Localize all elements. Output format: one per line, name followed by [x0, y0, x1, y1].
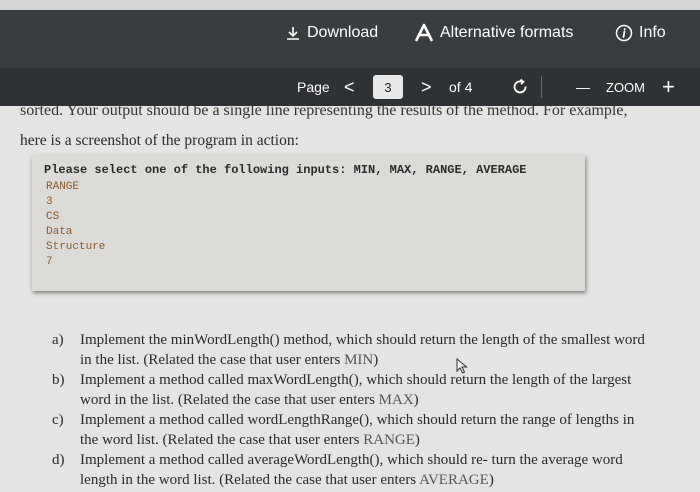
question-letter: b)	[52, 372, 65, 388]
question-item: c) Implement a method called wordLengthR…	[52, 410, 652, 450]
prev-page-button[interactable]: <	[344, 68, 355, 106]
page-label: Page	[297, 79, 330, 95]
intro-text: here is a screenshot of the program in a…	[20, 132, 299, 149]
question-text: Implement the minWordLength() method, wh…	[80, 330, 652, 370]
question-item: a) Implement the minWordLength() method,…	[52, 330, 652, 370]
question-code: RANGE	[363, 432, 415, 448]
question-code: MAX	[378, 392, 414, 408]
page-number-input[interactable]: 3	[373, 75, 403, 99]
rotate-icon	[513, 78, 527, 94]
zoom-out-button[interactable]: —	[576, 68, 590, 106]
zoom-in-button[interactable]: +	[662, 68, 675, 106]
question-letter: c)	[52, 412, 64, 428]
console-input-line: CS	[46, 211, 60, 223]
question-end: )	[414, 432, 420, 448]
next-page-button[interactable]: >	[421, 68, 432, 106]
question-code: AVERAGE	[419, 472, 489, 488]
question-letter: d)	[52, 452, 65, 468]
download-icon	[287, 27, 299, 40]
rotate-button[interactable]	[511, 68, 529, 106]
page-count: of 4	[449, 79, 473, 95]
partially-hidden-text: sorted. Your output should be a single l…	[20, 102, 628, 119]
document-page: sorted. Your output should be a single l…	[0, 102, 700, 492]
console-prompt: Please select one of the following input…	[44, 163, 527, 177]
console-input-line: RANGE	[46, 181, 80, 193]
question-item: b) Implement a method called maxWordLeng…	[52, 370, 652, 410]
top-toolbar: Download Alternative formats Info	[0, 0, 700, 68]
accessibility-a-icon	[414, 23, 434, 42]
download-label: Download	[307, 24, 379, 41]
question-letter: a)	[52, 332, 64, 348]
question-end: )	[373, 352, 379, 368]
console-input-line: 7	[46, 256, 53, 268]
question-text: Implement a method called wordLengthRang…	[80, 410, 652, 450]
question-text-part: Implement a method called maxWordLength(…	[80, 372, 632, 408]
question-list: a) Implement the minWordLength() method,…	[52, 330, 652, 490]
question-end: )	[413, 392, 419, 408]
question-code: MIN	[344, 352, 374, 368]
info-button[interactable]: Info	[615, 20, 666, 46]
window-strip	[0, 0, 700, 10]
question-text-part: Implement a method called averageWordLen…	[80, 452, 623, 488]
program-screenshot: Please select one of the following input…	[32, 155, 585, 291]
question-end: )	[488, 472, 494, 488]
question-item: d) Implement a method called averageWord…	[52, 450, 652, 490]
question-text-part: Implement a method called wordLengthRang…	[80, 412, 635, 448]
info-label: Info	[639, 24, 666, 41]
console-input-line: Structure	[46, 241, 106, 253]
nav-divider	[541, 76, 542, 98]
download-button[interactable]: Download	[285, 20, 378, 46]
page-navigation-bar: Page < 3 > of 4 — ZOOM +	[0, 68, 700, 106]
console-input-line: 3	[46, 196, 53, 208]
zoom-label: ZOOM	[606, 79, 645, 95]
alternative-formats-label: Alternative formats	[440, 24, 574, 41]
console-input-line: Data	[46, 226, 73, 238]
mouse-pointer-icon	[456, 358, 468, 374]
info-icon	[615, 24, 633, 42]
alternative-formats-button[interactable]: Alternative formats	[414, 20, 573, 46]
question-text: Implement a method called averageWordLen…	[80, 450, 652, 490]
question-text: Implement a method called maxWordLength(…	[80, 370, 652, 410]
